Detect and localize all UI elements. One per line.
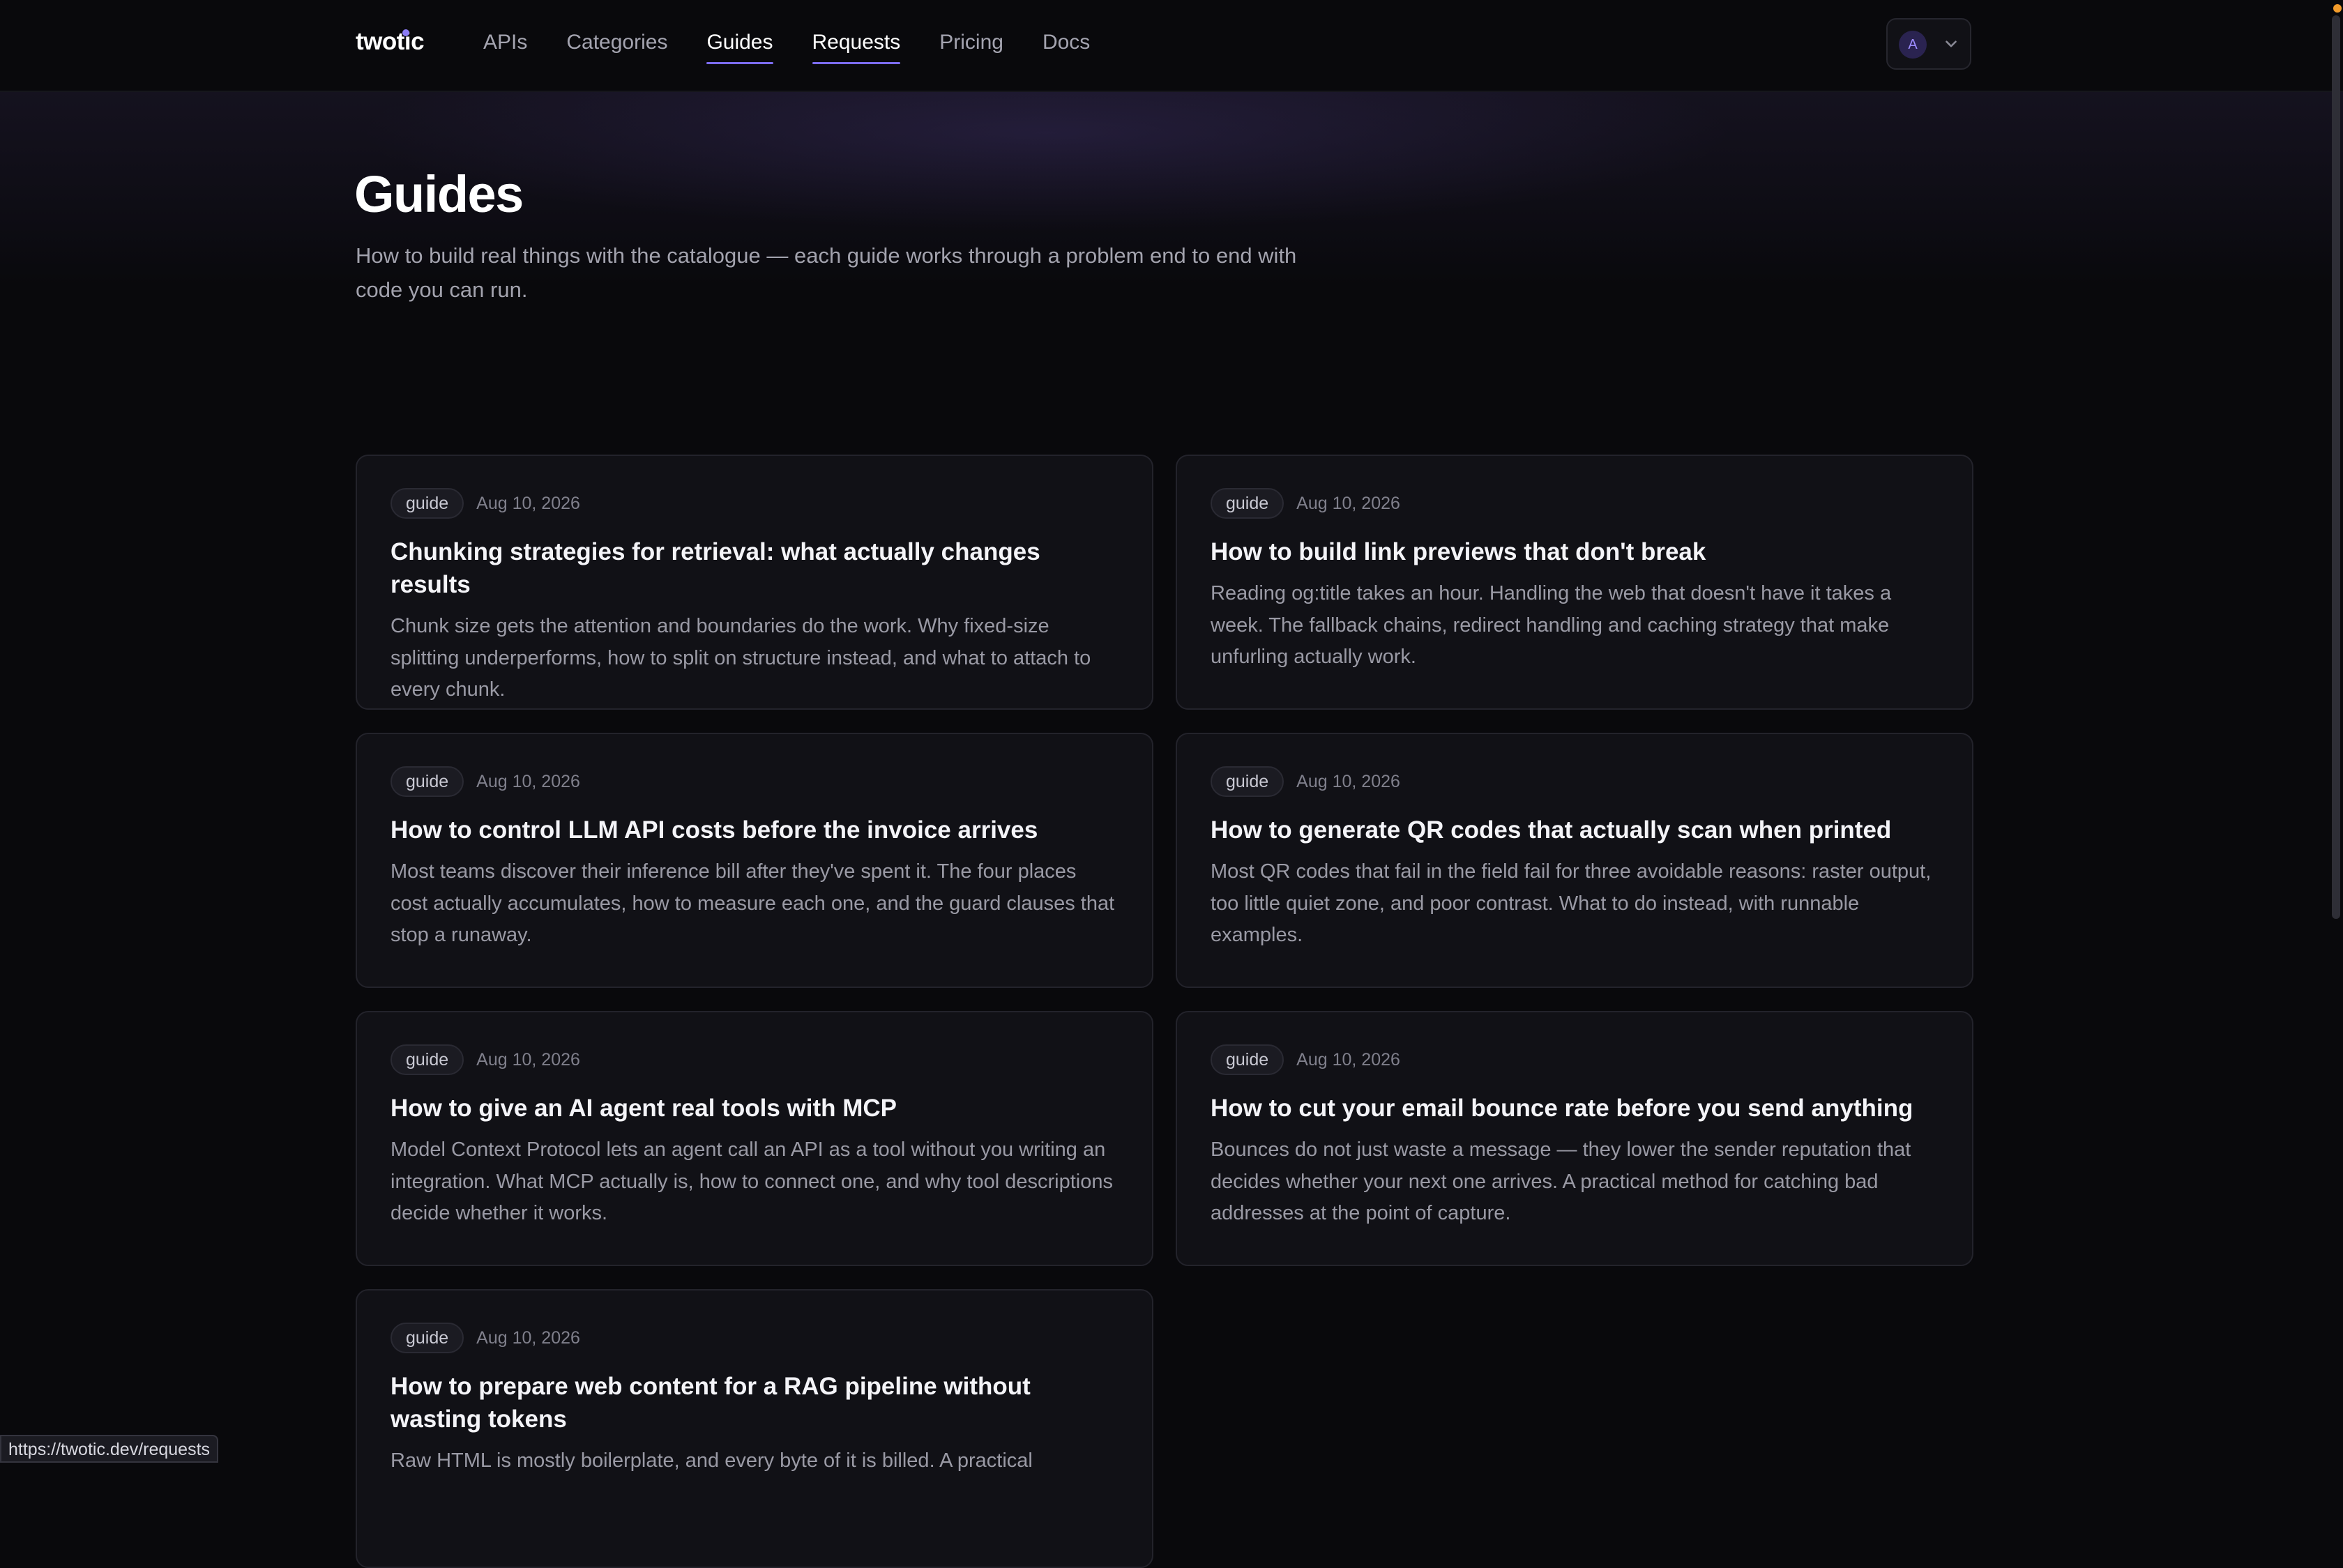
- guide-date: Aug 10, 2026: [476, 1049, 580, 1070]
- card-meta: guide Aug 10, 2026: [1211, 766, 1939, 797]
- guide-badge: guide: [390, 1323, 464, 1353]
- page-subtitle: How to build real things with the catalo…: [356, 243, 1297, 302]
- guide-title[interactable]: How to control LLM API costs before the …: [390, 814, 1119, 846]
- guide-badge: guide: [390, 488, 464, 519]
- nav-categories[interactable]: Categories: [566, 31, 667, 64]
- chevron-down-icon: [1946, 40, 1957, 47]
- card-meta: guide Aug 10, 2026: [390, 766, 1119, 797]
- main-nav: APIs Categories Guides Requests Pricing …: [483, 31, 1129, 64]
- guide-card[interactable]: guide Aug 10, 2026 How to control LLM AP…: [356, 733, 1153, 988]
- guide-title[interactable]: Chunking strategies for retrieval: what …: [390, 535, 1119, 601]
- guide-description: Most teams discover their inference bill…: [390, 860, 1115, 946]
- guide-date: Aug 10, 2026: [476, 771, 580, 791]
- nav-requests[interactable]: Requests: [812, 31, 900, 64]
- logo-dot-icon: [402, 29, 409, 36]
- guide-card[interactable]: guide Aug 10, 2026 How to prepare web co…: [356, 1289, 1153, 1568]
- guide-date: Aug 10, 2026: [1296, 493, 1400, 513]
- account-menu-button[interactable]: A: [1886, 18, 1971, 70]
- guide-title[interactable]: How to prepare web content for a RAG pip…: [390, 1370, 1119, 1436]
- guide-date: Aug 10, 2026: [476, 1327, 580, 1348]
- guide-card[interactable]: guide Aug 10, 2026 How to generate QR co…: [1176, 733, 1973, 988]
- card-meta: guide Aug 10, 2026: [390, 1044, 1119, 1075]
- guide-title[interactable]: How to build link previews that don't br…: [1211, 535, 1939, 568]
- card-meta: guide Aug 10, 2026: [1211, 1044, 1939, 1075]
- page-title: Guides: [354, 165, 524, 223]
- guide-date: Aug 10, 2026: [1296, 771, 1400, 791]
- nav-apis[interactable]: APIs: [483, 31, 527, 64]
- guide-title[interactable]: How to give an AI agent real tools with …: [390, 1092, 1119, 1125]
- guide-description: Reading og:title takes an hour. Handling…: [1211, 582, 1892, 668]
- top-navbar: twotic APIs Categories Guides Requests P…: [0, 0, 2343, 92]
- nav-guides[interactable]: Guides: [706, 31, 773, 64]
- guide-badge: guide: [1211, 1044, 1284, 1075]
- guide-badge: guide: [390, 766, 464, 797]
- nav-pricing[interactable]: Pricing: [939, 31, 1003, 64]
- scrollbar-thumb[interactable]: [2332, 15, 2340, 919]
- notification-dot: [2333, 4, 2342, 13]
- card-meta: guide Aug 10, 2026: [390, 488, 1119, 519]
- link-status-bar: https://twotic.dev/requests: [0, 1435, 219, 1463]
- guide-badge: guide: [390, 1044, 464, 1075]
- guide-description: Model Context Protocol lets an agent cal…: [390, 1139, 1113, 1224]
- nav-docs[interactable]: Docs: [1042, 31, 1090, 64]
- guide-description: Most QR codes that fail in the field fai…: [1211, 860, 1932, 946]
- guide-card[interactable]: guide Aug 10, 2026 How to build link pre…: [1176, 455, 1973, 710]
- guide-card[interactable]: guide Aug 10, 2026 Chunking strategies f…: [356, 455, 1153, 710]
- guide-card[interactable]: guide Aug 10, 2026 How to give an AI age…: [356, 1011, 1153, 1266]
- avatar: A: [1899, 31, 1927, 59]
- guide-description: Chunk size gets the attention and bounda…: [390, 615, 1091, 701]
- guide-badge: guide: [1211, 766, 1284, 797]
- guide-description: Bounces do not just waste a message — th…: [1211, 1139, 1911, 1224]
- card-meta: guide Aug 10, 2026: [1211, 488, 1939, 519]
- guide-badge: guide: [1211, 488, 1284, 519]
- guide-date: Aug 10, 2026: [476, 493, 580, 513]
- card-meta: guide Aug 10, 2026: [390, 1323, 1119, 1353]
- logo[interactable]: twotic: [356, 28, 425, 56]
- guide-title[interactable]: How to cut your email bounce rate before…: [1211, 1092, 1939, 1125]
- guide-description: Raw HTML is mostly boilerplate, and ever…: [390, 1449, 1033, 1472]
- guide-title[interactable]: How to generate QR codes that actually s…: [1211, 814, 1939, 846]
- guide-date: Aug 10, 2026: [1296, 1049, 1400, 1070]
- guide-card[interactable]: guide Aug 10, 2026 How to cut your email…: [1176, 1011, 1973, 1266]
